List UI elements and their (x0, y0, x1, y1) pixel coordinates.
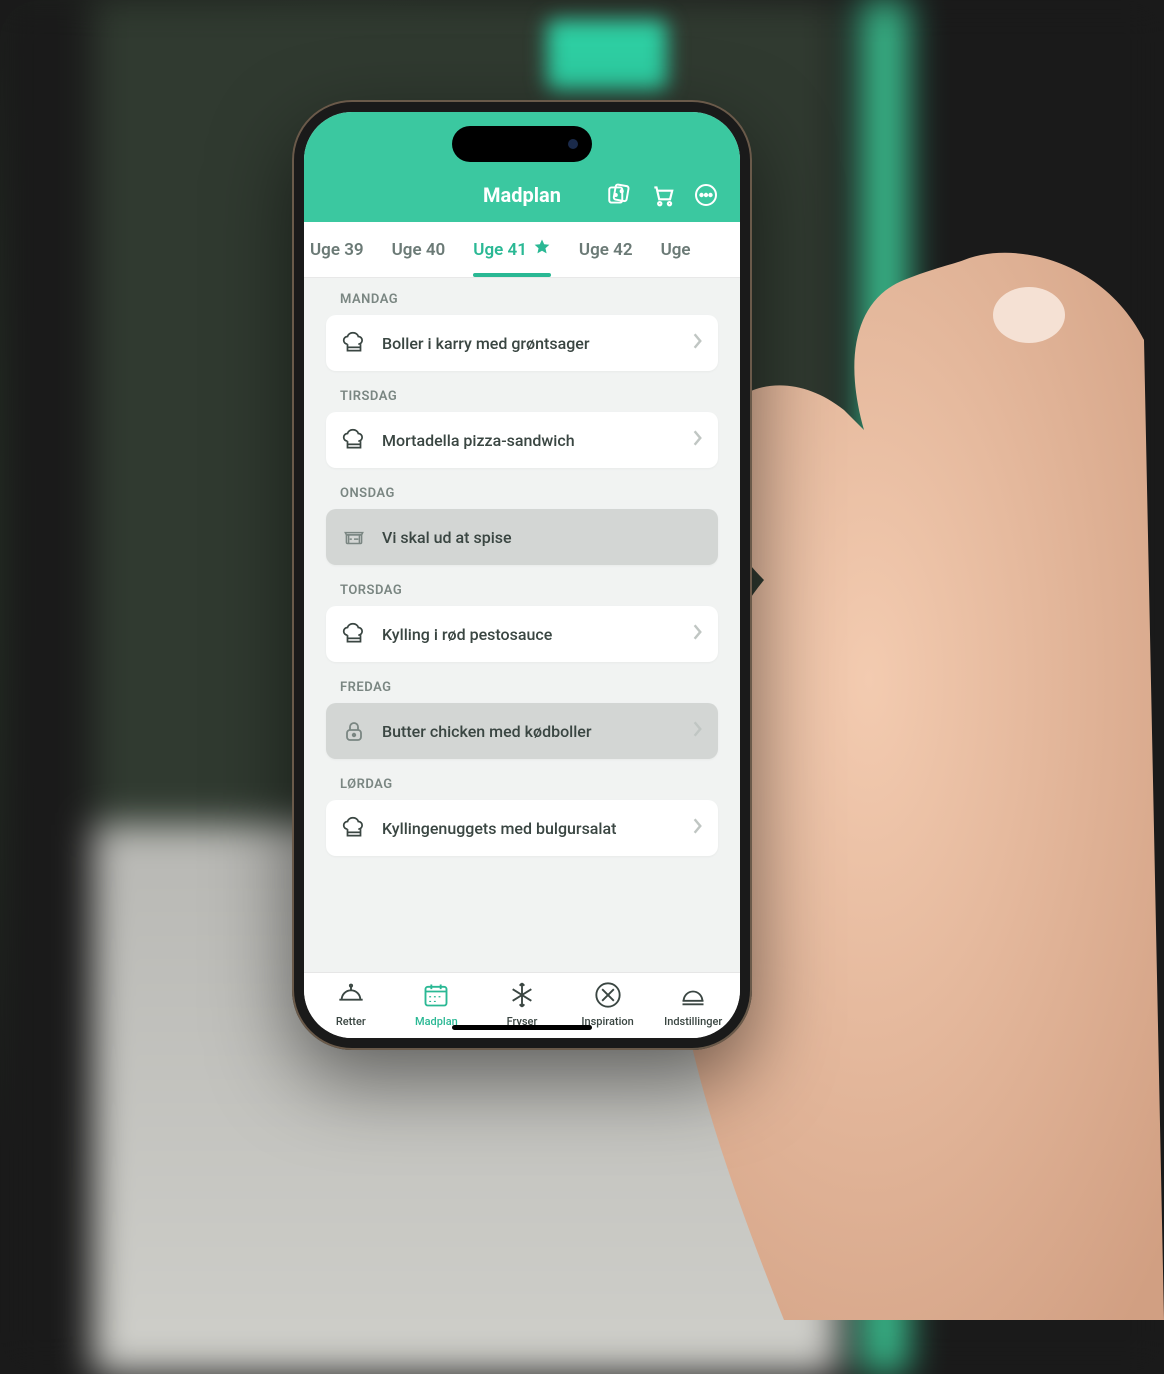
chevron-right-icon (692, 817, 704, 839)
meal-title: Mortadella pizza-sandwich (382, 431, 678, 450)
nav-label: Retter (336, 1015, 366, 1028)
meal-card[interactable]: Kylling i rød pestosauce (326, 606, 718, 662)
meal-card[interactable]: Mortadella pizza-sandwich (326, 412, 718, 468)
day-block: MANDAG Boller i karry med grøntsager (326, 292, 718, 371)
meal-card[interactable]: Kyllingenuggets med bulgursalat (326, 800, 718, 856)
day-block: TIRSDAG Mortadella pizza-sandwich (326, 389, 718, 468)
more-icon[interactable] (694, 183, 718, 207)
meal-title: Vi skal ud at spise (382, 528, 704, 547)
nav-item-inspiration[interactable]: Inspiration (576, 981, 640, 1028)
week-tab-2[interactable]: Uge 41 (473, 222, 551, 277)
week-tabs[interactable]: Uge 39 Uge 40 Uge 41 Uge 42 Uge (304, 222, 740, 278)
nav-item-madplan[interactable]: Madplan (404, 981, 468, 1028)
cart-icon[interactable] (650, 182, 676, 208)
nav-item-indstillinger[interactable]: Indstillinger (661, 981, 725, 1028)
phone-screen: Madplan (304, 112, 740, 1038)
shuffle-cards-icon[interactable] (606, 182, 632, 208)
nav-label: Indstillinger (664, 1015, 722, 1028)
calendar-icon (422, 981, 450, 1012)
meal-plan-body[interactable]: MANDAG Boller i karry med grøntsager TIRSD… (304, 278, 740, 972)
day-block: LØRDAG Kyllingenuggets med bulgursalat (326, 777, 718, 856)
week-tab-1[interactable]: Uge 40 (392, 222, 446, 277)
day-label: LØRDAG (340, 777, 718, 792)
week-tab-4[interactable]: Uge (661, 222, 691, 277)
week-tab-label: Uge 42 (579, 240, 633, 260)
meal-title: Kyllingenuggets med bulgursalat (382, 819, 678, 838)
phone-frame: Madplan (292, 100, 752, 1050)
meal-title: Kylling i rød pestosauce (382, 625, 678, 644)
day-label: TIRSDAG (340, 389, 718, 404)
chevron-right-icon (692, 332, 704, 354)
day-label: TORSDAG (340, 583, 718, 598)
home-indicator (452, 1025, 592, 1030)
meal-card[interactable]: Boller i karry med grøntsager (326, 315, 718, 371)
phone-notch (452, 126, 592, 162)
meal-card[interactable]: Vi skal ud at spise (326, 509, 718, 565)
meal-title: Boller i karry med grøntsager (382, 334, 678, 353)
snowflake-icon (508, 981, 536, 1012)
chevron-right-icon (692, 720, 704, 742)
week-tab-label: Uge (661, 240, 691, 260)
restaurant-icon (340, 524, 368, 550)
nav-item-retter[interactable]: Retter (319, 981, 383, 1028)
week-tab-label: Uge 39 (310, 240, 364, 260)
nav-item-fryser[interactable]: Fryser (490, 981, 554, 1028)
meal-card[interactable]: Butter chicken med kødboller (326, 703, 718, 759)
meal-title: Butter chicken med kødboller (382, 722, 678, 741)
chef-hat-icon (340, 815, 368, 841)
chef-hat-icon (340, 621, 368, 647)
utensils-icon (594, 981, 622, 1012)
week-tab-label: Uge 41 (473, 240, 527, 260)
day-label: ONSDAG (340, 486, 718, 501)
day-label: FREDAG (340, 680, 718, 695)
lock-icon (340, 719, 368, 743)
chef-hat-icon (340, 427, 368, 453)
scene: Madplan (0, 0, 1164, 1374)
page-title: Madplan (483, 183, 561, 207)
chevron-right-icon (692, 623, 704, 645)
settings-icon (679, 981, 707, 1012)
week-tab-label: Uge 40 (392, 240, 446, 260)
day-block: FREDAG Butter chicken med kødboller (326, 680, 718, 759)
chef-hat-icon (340, 330, 368, 356)
chevron-right-icon (692, 429, 704, 451)
week-tab-3[interactable]: Uge 42 (579, 222, 633, 277)
day-block: TORSDAG Kylling i rød pestosauce (326, 583, 718, 662)
star-icon (533, 238, 551, 261)
day-label: MANDAG (340, 292, 718, 307)
background-sign (547, 20, 667, 90)
dish-icon (337, 981, 365, 1012)
week-tab-0[interactable]: Uge 39 (310, 222, 364, 277)
day-block: ONSDAG Vi skal ud at spise (326, 486, 718, 565)
